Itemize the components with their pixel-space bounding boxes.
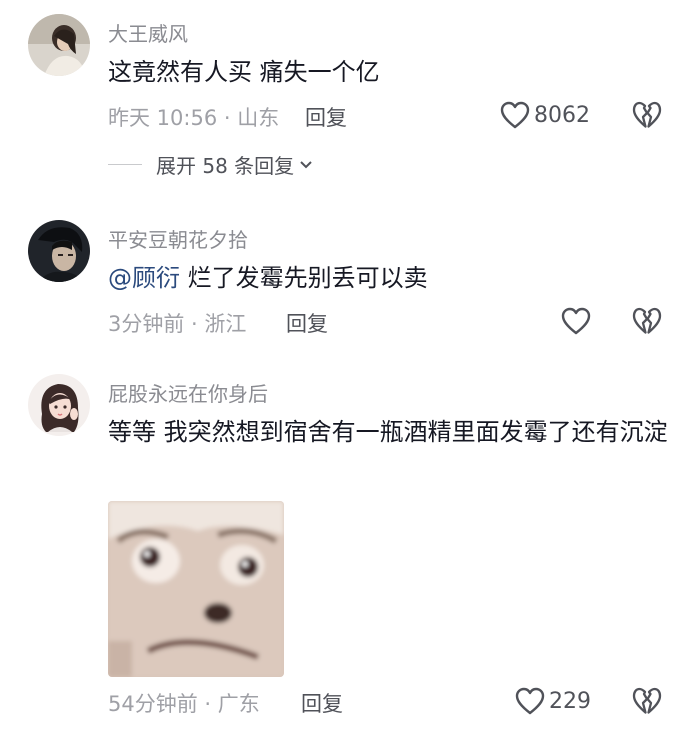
chevron-down-icon (300, 160, 312, 168)
dislike-button[interactable] (632, 687, 662, 719)
username[interactable]: 屁股永远在你身后 (108, 378, 268, 407)
comment-text: 等等 我突然想到宿舍有一瓶酒精里面发霉了还有沉淀 (108, 410, 668, 454)
username[interactable]: 大王威风 (108, 18, 188, 47)
like-button[interactable] (561, 307, 591, 335)
comment-text: 这竟然有人买 痛失一个亿 (108, 50, 668, 94)
broken-heart-icon (632, 101, 662, 128)
broken-heart-icon (632, 307, 662, 334)
comment-body: 烂了发霉先别丢可以卖 (180, 264, 428, 292)
like-button[interactable]: 229 (515, 687, 591, 715)
dislike-button[interactable] (632, 307, 662, 339)
like-count: 8062 (534, 102, 590, 128)
avatar[interactable] (28, 220, 90, 282)
expand-replies-label: 展开 58 条回复 (156, 154, 295, 178)
mention-link[interactable]: @顾衍 (108, 264, 180, 292)
comment-body: 等等 我突然想到宿舍有一瓶酒精里面发霉了还有沉淀 (108, 418, 668, 446)
heart-outline-icon (500, 101, 530, 129)
like-button[interactable]: 8062 (500, 101, 590, 129)
comment-text: @顾衍 烂了发霉先别丢可以卖 (108, 256, 668, 300)
comment-time-location: 3分钟前 · 浙江 (108, 312, 247, 336)
comment-body: 这竟然有人买 痛失一个亿 (108, 58, 380, 86)
reply-button[interactable]: 回复 (301, 688, 343, 718)
divider (108, 164, 142, 165)
avatar[interactable] (28, 374, 90, 436)
avatar[interactable] (28, 14, 90, 76)
comment-time-location: 54分钟前 · 广东 (108, 692, 260, 716)
heart-outline-icon (561, 307, 591, 335)
dislike-button[interactable] (632, 101, 662, 133)
sticker-image[interactable] (108, 501, 284, 677)
reply-button[interactable]: 回复 (286, 308, 328, 338)
comment-time-location: 昨天 10:56 · 山东 (108, 106, 280, 130)
reply-button[interactable]: 回复 (305, 102, 347, 132)
like-count: 229 (549, 688, 591, 714)
broken-heart-icon (632, 687, 662, 714)
expand-replies-button[interactable]: 展开 58 条回复 (108, 150, 314, 179)
username[interactable]: 平安豆朝花夕拾 (108, 224, 248, 253)
heart-outline-icon (515, 687, 545, 715)
